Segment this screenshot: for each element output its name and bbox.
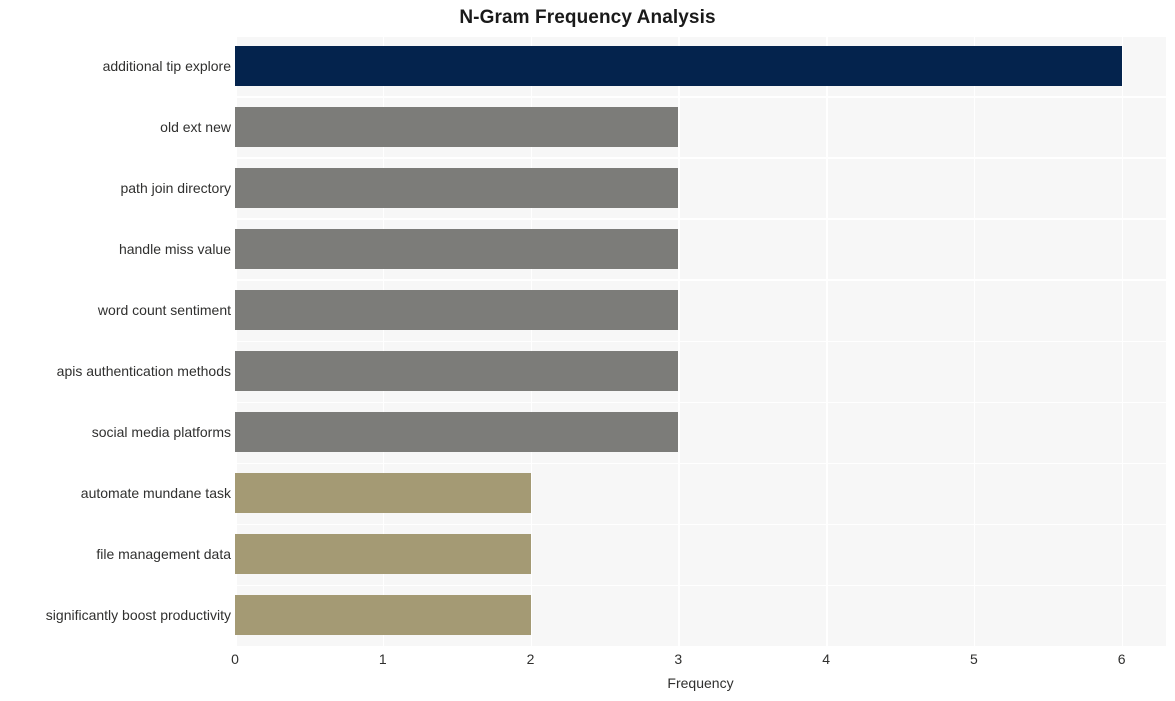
y-gridline bbox=[235, 35, 1166, 37]
y-gridline bbox=[235, 218, 1166, 220]
x-tick-label: 2 bbox=[526, 651, 535, 667]
y-gridline bbox=[235, 340, 1166, 343]
chart-figure: N-Gram Frequency Analysis additional tip… bbox=[0, 0, 1175, 701]
bar[interactable] bbox=[235, 167, 679, 208]
y-gridline bbox=[235, 462, 1166, 465]
bar[interactable] bbox=[235, 45, 1122, 86]
bar[interactable] bbox=[235, 106, 679, 147]
bar[interactable] bbox=[235, 289, 679, 330]
x-tick-label: 0 bbox=[231, 651, 239, 667]
y-gridline bbox=[235, 401, 1166, 404]
bar[interactable] bbox=[235, 534, 531, 575]
bar[interactable] bbox=[235, 351, 679, 392]
y-tick-label: old ext new bbox=[160, 118, 231, 135]
bar[interactable] bbox=[235, 473, 531, 514]
x-tick-label: 5 bbox=[969, 651, 978, 667]
bar[interactable] bbox=[235, 595, 531, 636]
x-axis-label: Frequency bbox=[667, 675, 734, 691]
bar[interactable] bbox=[235, 412, 679, 453]
y-tick-label: word count sentiment bbox=[97, 301, 231, 318]
x-tick-label: 1 bbox=[378, 651, 387, 667]
chart-title: N-Gram Frequency Analysis bbox=[459, 7, 716, 28]
y-tick-label: handle miss value bbox=[118, 240, 231, 257]
y-tick-label: path join directory bbox=[120, 179, 231, 196]
bar[interactable] bbox=[235, 228, 679, 269]
y-gridline bbox=[235, 96, 1166, 98]
y-gridline bbox=[235, 523, 1166, 526]
y-tick-label: file management data bbox=[96, 546, 231, 563]
x-tick-label: 4 bbox=[822, 651, 830, 667]
plot-area bbox=[235, 35, 1166, 646]
y-tick-label: social media platforms bbox=[91, 424, 231, 441]
y-tick-label: additional tip explore bbox=[102, 57, 231, 74]
y-gridline bbox=[235, 279, 1166, 281]
y-gridline bbox=[235, 584, 1166, 587]
y-tick-label: significantly boost productivity bbox=[45, 607, 231, 624]
y-tick-label: automate mundane task bbox=[80, 485, 231, 502]
y-gridline bbox=[235, 157, 1166, 159]
y-tick-label: apis authentication methods bbox=[56, 363, 231, 380]
x-tick-label: 6 bbox=[1117, 651, 1126, 667]
x-tick-label: 3 bbox=[674, 651, 683, 667]
